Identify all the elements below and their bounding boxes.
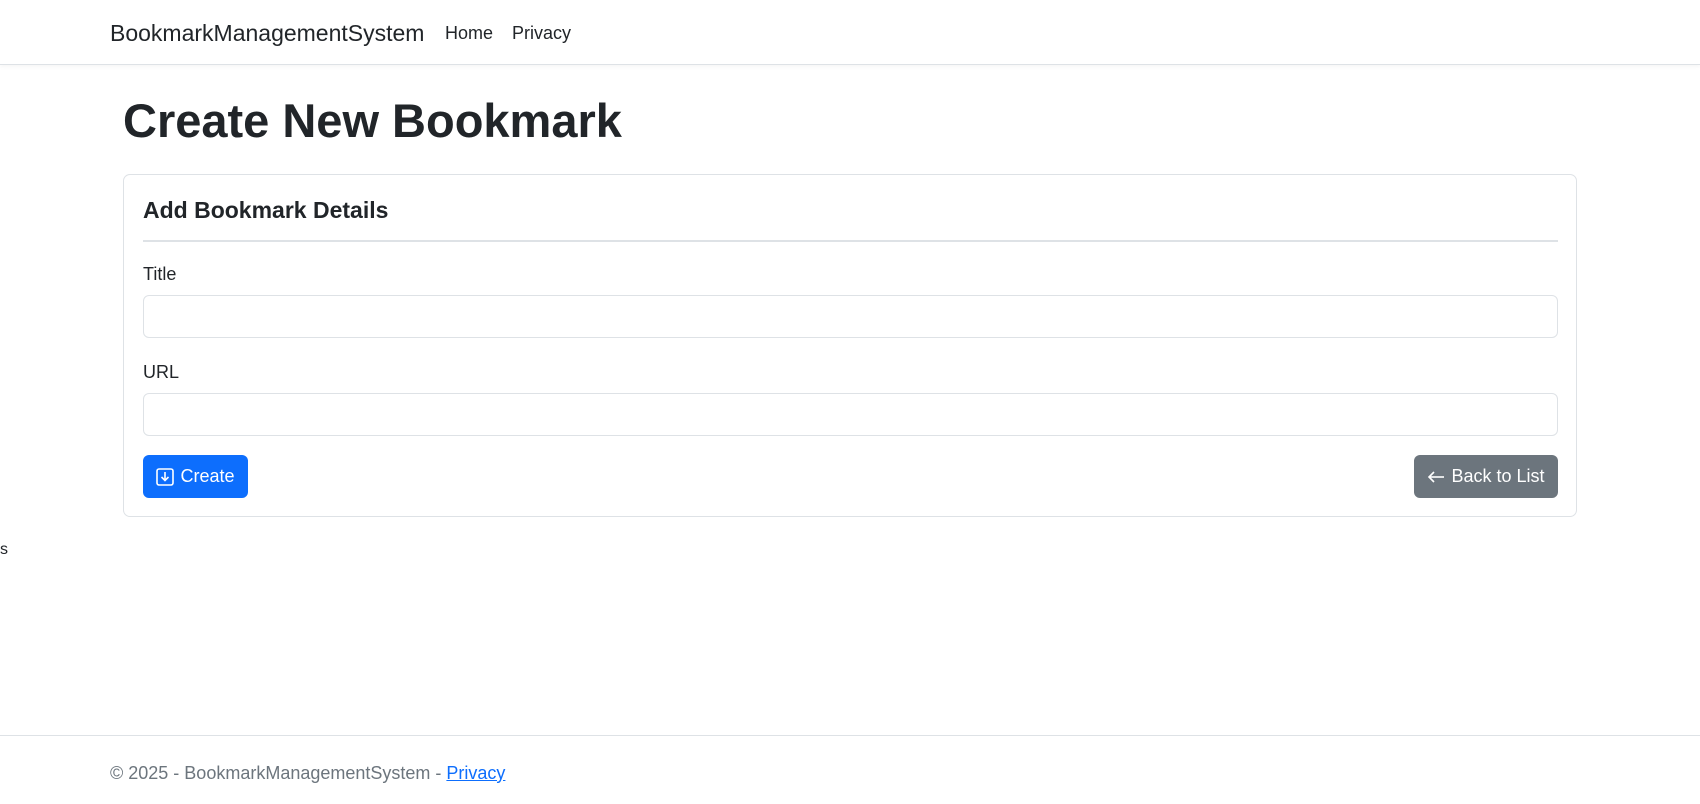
back-to-list-button[interactable]: Back to List [1414,455,1558,498]
create-button-label: Create [180,466,235,486]
card-divider [143,240,1558,242]
bookmark-form-card: Add Bookmark Details Title URL Create Ba… [123,174,1577,517]
top-navbar: BookmarkManagementSystem Home Privacy [0,0,1700,65]
arrow-left-icon [1427,470,1445,484]
footer-text: © 2025 - BookmarkManagementSystem - Priv… [110,762,505,784]
nav-link-privacy[interactable]: Privacy [512,22,571,44]
page-title: Create New Bookmark [123,94,622,147]
download-box-icon [156,467,175,486]
url-label: URL [143,362,180,382]
create-button[interactable]: Create [143,455,248,498]
back-button-label: Back to List [1451,466,1545,486]
stray-text: s [0,541,8,558]
title-label: Title [143,264,177,284]
card-title: Add Bookmark Details [143,197,389,223]
url-input[interactable] [143,393,1558,436]
title-input[interactable] [143,295,1558,338]
page-footer: © 2025 - BookmarkManagementSystem - Priv… [0,735,1700,804]
footer-copyright: © 2025 - BookmarkManagementSystem - [110,763,447,783]
nav-link-home[interactable]: Home [445,22,493,44]
footer-privacy-link[interactable]: Privacy [446,763,505,783]
brand-link[interactable]: BookmarkManagementSystem [110,18,424,48]
